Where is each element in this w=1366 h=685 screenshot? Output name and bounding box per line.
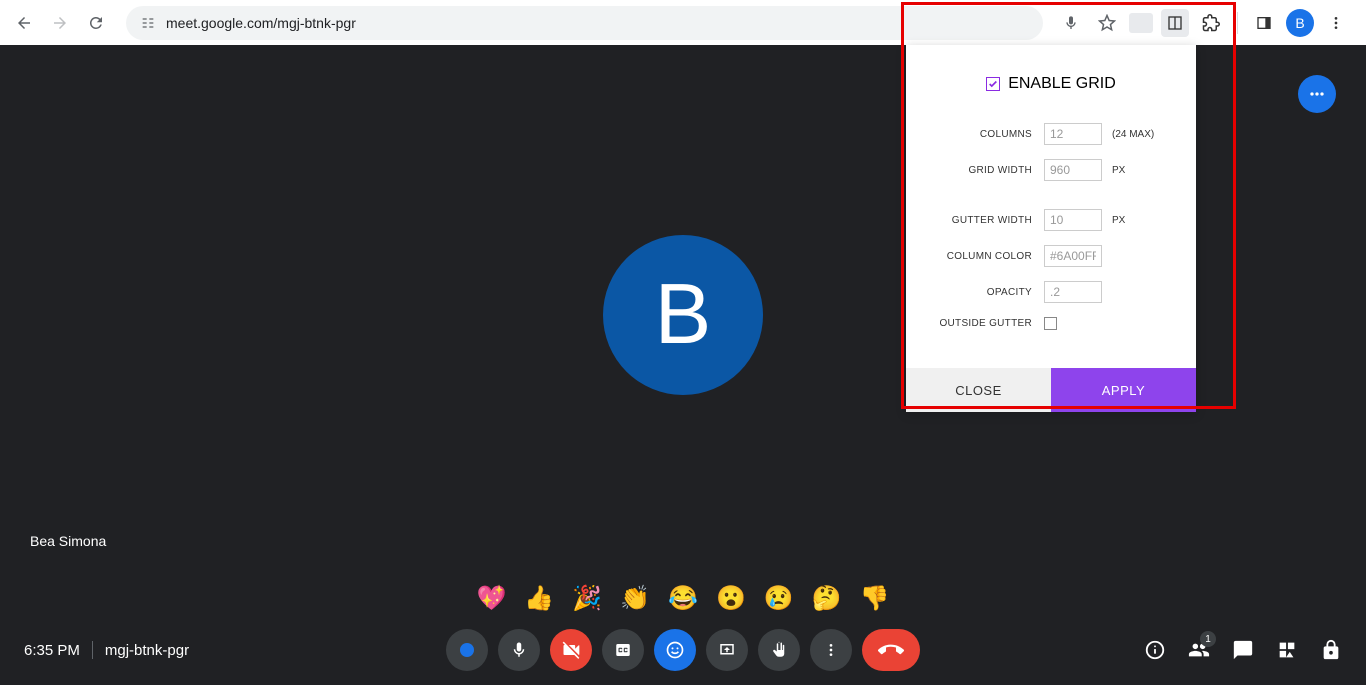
camera-off-button[interactable] [550,629,592,671]
address-bar[interactable]: meet.google.com/mgj-btnk-pgr [126,6,1043,40]
reaction-laugh[interactable]: 😂 [668,584,698,613]
extension-blank-icon[interactable] [1129,13,1153,33]
reaction-thinking[interactable]: 🤔 [812,584,842,613]
reaction-wow[interactable]: 😮 [716,584,746,613]
browser-toolbar: meet.google.com/mgj-btnk-pgr B [0,0,1366,45]
activities-button[interactable] [1276,639,1298,661]
apply-button[interactable]: APPLY [1051,368,1196,412]
columns-label: COLUMNS [926,129,1044,140]
reactions-bar: 💖 👍 🎉 👏 😂 😮 😢 🤔 👎 [476,584,889,613]
audio-indicator[interactable] [446,629,488,671]
right-panel-controls: 1 [1144,639,1342,661]
gutter-suffix: PX [1112,215,1125,226]
gridwidth-label: GRID WIDTH [926,165,1044,176]
raise-hand-button[interactable] [758,629,800,671]
close-button[interactable]: CLOSE [906,368,1051,412]
reaction-thumbsup[interactable]: 👍 [524,584,554,613]
sidepanel-icon[interactable] [1250,9,1278,37]
reload-button[interactable] [80,7,112,39]
color-label: COLUMN COLOR [926,251,1044,262]
site-settings-icon [140,15,156,31]
gutter-label: GUTTER WIDTH [926,215,1044,226]
host-controls-button[interactable] [1320,639,1342,661]
chat-button[interactable] [1232,639,1254,661]
call-controls [446,629,920,671]
reactions-button[interactable] [654,629,696,671]
gutter-input[interactable] [1044,209,1102,231]
participant-avatar: B [603,235,763,395]
enable-grid-checkbox[interactable] [986,77,1000,91]
meeting-details-button[interactable] [1144,639,1166,661]
extensions-puzzle-icon[interactable] [1197,9,1225,37]
mic-permission-icon[interactable] [1057,9,1085,37]
meeting-code: mgj-btnk-pgr [105,642,189,659]
reaction-party[interactable]: 🎉 [572,584,602,613]
browser-right-controls: B [1057,9,1358,37]
reaction-sad[interactable]: 😢 [764,584,794,613]
meeting-info: 6:35 PM mgj-btnk-pgr [24,641,189,659]
url-text: meet.google.com/mgj-btnk-pgr [166,15,356,31]
meet-more-options[interactable] [1298,75,1336,113]
enable-grid-row[interactable]: ENABLE GRID [926,75,1176,93]
back-button[interactable] [8,7,40,39]
columns-suffix: (24 MAX) [1112,129,1154,140]
outside-gutter-label: OUTSIDE GUTTER [926,318,1044,329]
more-controls-button[interactable] [810,629,852,671]
clock-time: 6:35 PM [24,642,80,659]
chrome-menu-icon[interactable] [1322,9,1350,37]
grid-extension-popup: ENABLE GRID COLUMNS (24 MAX) GRID WIDTH … [906,45,1196,412]
gridwidth-suffix: PX [1112,165,1125,176]
forward-button[interactable] [44,7,76,39]
participant-name-label: Bea Simona [30,533,106,549]
opacity-input[interactable] [1044,281,1102,303]
divider [92,641,93,659]
people-count-badge: 1 [1200,631,1216,647]
opacity-label: OPACITY [926,287,1044,298]
people-button[interactable]: 1 [1188,639,1210,661]
captions-button[interactable] [602,629,644,671]
mic-button[interactable] [498,629,540,671]
columns-input[interactable] [1044,123,1102,145]
end-call-button[interactable] [862,629,920,671]
grid-extension-icon[interactable] [1161,9,1189,37]
bookmark-star-icon[interactable] [1093,9,1121,37]
outside-gutter-checkbox[interactable] [1044,317,1057,330]
enable-grid-label: ENABLE GRID [1008,75,1116,93]
reaction-clap[interactable]: 👏 [620,584,650,613]
reaction-thumbsdown[interactable]: 👎 [860,584,890,613]
separator [1237,12,1238,34]
present-button[interactable] [706,629,748,671]
color-input[interactable] [1044,245,1102,267]
meet-bottom-bar: 6:35 PM mgj-btnk-pgr 1 [0,615,1366,685]
gridwidth-input[interactable] [1044,159,1102,181]
profile-avatar[interactable]: B [1286,9,1314,37]
reaction-heart[interactable]: 💖 [476,584,506,613]
